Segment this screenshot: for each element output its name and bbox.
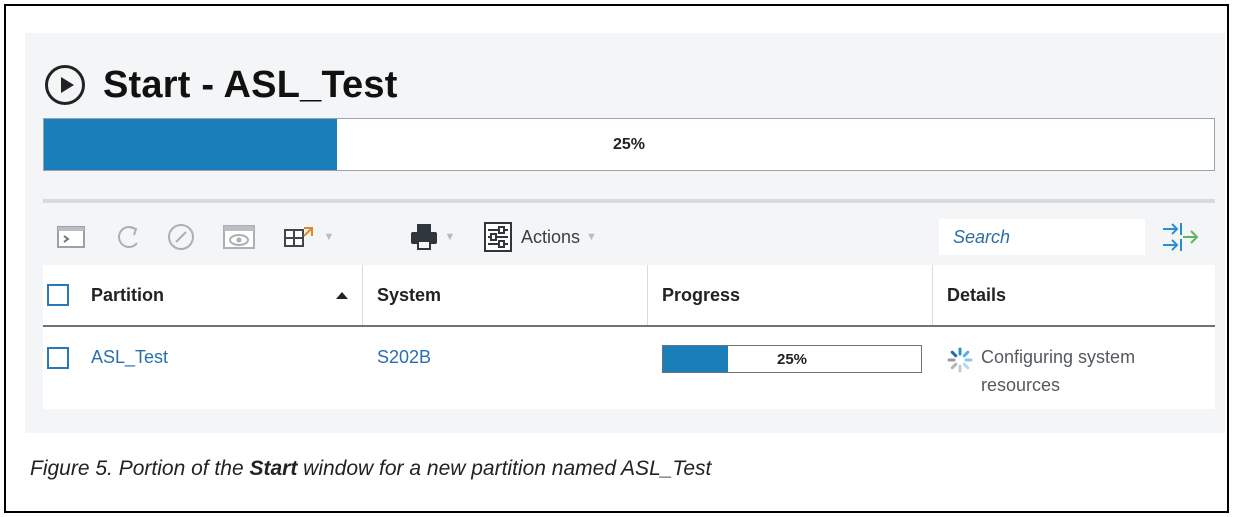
page-title: Start - ASL_Test: [103, 63, 398, 106]
view-icon[interactable]: [217, 213, 261, 261]
actions-label: Actions: [521, 226, 581, 247]
print-chevron-down-icon[interactable]: ▼: [445, 231, 456, 243]
title-row: Start - ASL_Test: [45, 55, 398, 115]
console-icon[interactable]: [51, 213, 91, 261]
toolbar: ▼ ▼ Actions ▼ Search: [43, 213, 1215, 261]
system-cell: S202B: [363, 327, 648, 409]
caption-emphasis: Start: [249, 457, 298, 480]
busy-spinner-icon: [947, 347, 973, 373]
search-input[interactable]: Search: [939, 219, 1145, 255]
progress-cell: 25%: [648, 327, 933, 409]
column-label: Partition: [91, 284, 165, 305]
table-row: ASL_Test S202B 25% Configuring system re…: [43, 327, 1215, 409]
overall-progress-bar: 25%: [43, 118, 1215, 171]
row-select-checkbox[interactable]: [47, 347, 69, 369]
start-window: Start - ASL_Test 25% ▼ ▼ Actions ▼ Searc…: [25, 33, 1225, 433]
details-cell: Configuring system resources: [933, 327, 1215, 409]
print-icon[interactable]: ▼: [399, 213, 465, 261]
column-header-progress[interactable]: Progress: [648, 265, 933, 325]
select-all-checkbox[interactable]: [47, 284, 69, 306]
column-header-system[interactable]: System: [363, 265, 648, 325]
column-label: System: [377, 284, 442, 305]
partition-link[interactable]: ASL_Test: [91, 347, 168, 368]
partition-table: Partition System Progress Details ASL_Te…: [43, 265, 1215, 409]
export-icon[interactable]: ▼: [277, 213, 341, 261]
cancel-icon[interactable]: [161, 213, 201, 261]
play-icon: [45, 65, 85, 105]
filter-toggle-icon[interactable]: [1159, 219, 1199, 260]
column-header-details[interactable]: Details: [933, 265, 1215, 325]
column-label: Details: [947, 284, 1007, 305]
figure-caption: Figure 5. Portion of the Start window fo…: [30, 457, 711, 481]
sort-ascending-icon[interactable]: [336, 291, 348, 299]
caption-prefix: Figure 5. Portion of the: [30, 457, 250, 480]
row-progress-bar: 25%: [662, 345, 922, 373]
table-header: Partition System Progress Details: [43, 265, 1215, 327]
figure-frame: Start - ASL_Test 25% ▼ ▼ Actions ▼ Searc…: [4, 4, 1229, 513]
actions-menu-button[interactable]: Actions ▼: [521, 213, 597, 261]
row-progress-label: 25%: [776, 350, 808, 368]
export-chevron-down-icon[interactable]: ▼: [324, 231, 335, 243]
section-divider: [43, 199, 1215, 203]
refresh-icon[interactable]: [109, 213, 149, 261]
column-header-partition[interactable]: Partition: [43, 265, 363, 325]
partition-cell: ASL_Test: [43, 327, 363, 409]
details-text: Configuring system resources: [981, 347, 1136, 395]
column-label: Progress: [662, 284, 741, 305]
system-link[interactable]: S202B: [377, 347, 431, 368]
actions-chevron-down-icon: ▼: [586, 231, 597, 243]
overall-progress-label: 25%: [612, 135, 646, 153]
caption-suffix: window for a new partition named ASL_Tes…: [297, 457, 712, 480]
settings-icon[interactable]: [481, 213, 515, 261]
